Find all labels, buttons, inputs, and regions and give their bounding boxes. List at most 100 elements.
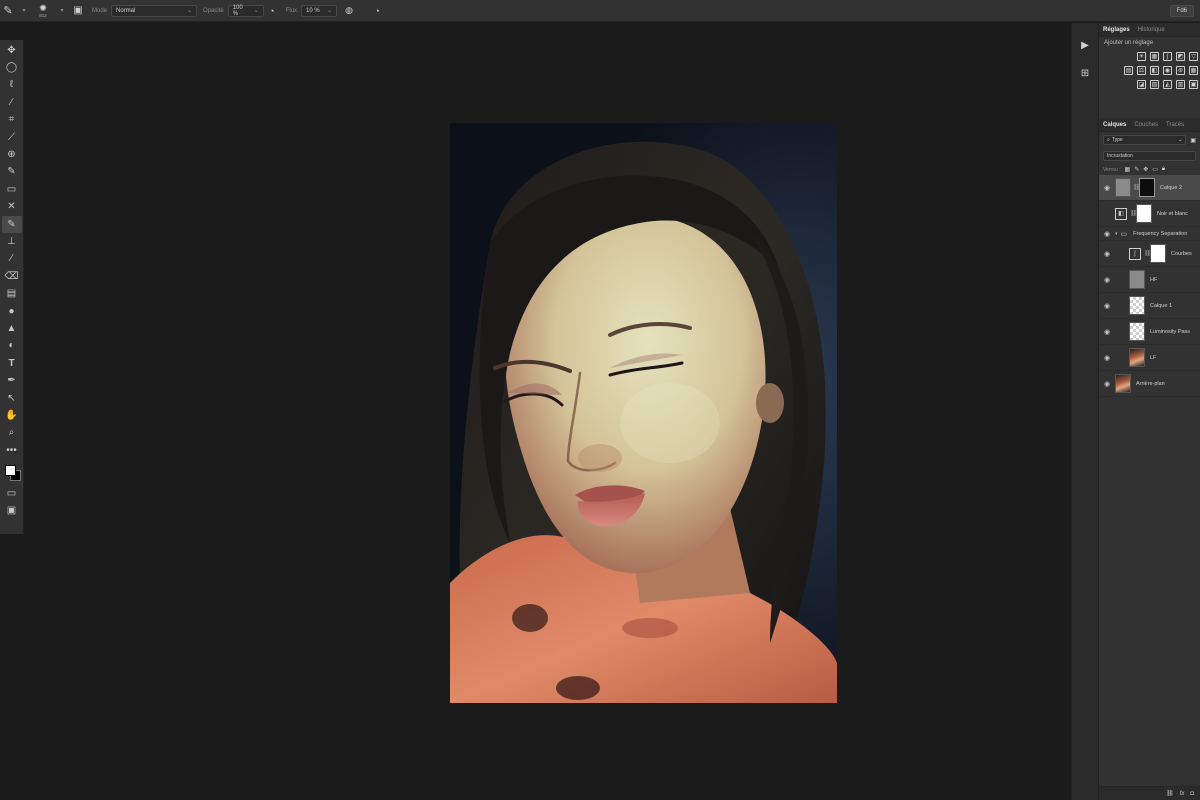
panel-icon-strip: ▶ ⊞ — [1071, 23, 1099, 800]
tab-history[interactable]: Historique — [1134, 27, 1169, 33]
healing-icon[interactable]: ⊕ — [2, 146, 22, 163]
blur-icon[interactable]: ● — [2, 303, 22, 320]
color-balance-icon[interactable]: ⚖ — [1137, 66, 1146, 75]
share-button[interactable]: Fd6 — [1169, 5, 1194, 17]
blend-mode-select[interactable]: Incrustation — [1103, 151, 1196, 161]
brush-tool-preset-icon[interactable]: ✎ — [0, 3, 16, 19]
layer-filter-value: Type — [1111, 137, 1123, 143]
layer-mask-thumbnail[interactable] — [1150, 244, 1166, 263]
history-brush-icon[interactable]: ✕ — [2, 199, 22, 216]
eye-icon[interactable]: ◉ — [1099, 230, 1115, 238]
move-icon[interactable]: ✥ — [2, 42, 22, 59]
layer-row[interactable]: ◧ ⛓ Noir et blanc — [1099, 201, 1200, 227]
pen-icon[interactable]: ✒ — [2, 372, 22, 389]
exposure-icon[interactable]: ◩ — [1176, 52, 1185, 61]
gradient-icon[interactable]: ▤ — [2, 285, 22, 302]
screen-mode-icon[interactable]: ▣ — [2, 503, 22, 520]
lock-all-icon[interactable]: 🔒︎ — [1162, 166, 1165, 173]
brush-icon[interactable]: ✎ — [2, 164, 22, 181]
eye-icon[interactable]: ◉ — [1099, 380, 1115, 388]
blend-mode-value: Incrustation — [1107, 153, 1133, 159]
airbrush-icon[interactable]: ◍ — [341, 3, 357, 19]
portrait-image[interactable] — [450, 123, 837, 703]
eraser-icon[interactable]: ⌫ — [2, 268, 22, 285]
type-icon[interactable]: T — [2, 355, 22, 372]
properties-icon[interactable]: ⊞ — [1072, 61, 1098, 85]
levels-icon[interactable]: ▦ — [1150, 52, 1159, 61]
lock-position-icon[interactable]: ✥ — [1143, 166, 1148, 173]
more-tools-icon[interactable]: ••• — [2, 442, 22, 459]
pressure-size-icon[interactable]: ◔ — [369, 3, 385, 19]
play-actions-icon[interactable]: ▶ — [1072, 33, 1098, 57]
lasso-icon[interactable]: ℓ — [2, 77, 22, 94]
chevron-down-icon[interactable]: ▾ — [1115, 231, 1118, 237]
tab-paths[interactable]: Tracés — [1162, 122, 1188, 128]
opacity-input[interactable]: 100 % ⌄ — [227, 4, 264, 17]
tab-layers[interactable]: Calques — [1099, 122, 1130, 128]
dodge-icon[interactable]: ◐ — [2, 338, 22, 355]
invert-icon[interactable]: ◪ — [1137, 80, 1146, 89]
lock-artboard-icon[interactable]: ▭ — [1152, 166, 1158, 173]
brush-active-icon[interactable]: ✎ — [1, 215, 22, 234]
eye-icon[interactable]: ◉ — [1099, 302, 1115, 310]
eye-icon[interactable]: ◉ — [1099, 354, 1115, 362]
layer-row[interactable]: ◉ LF — [1099, 345, 1200, 371]
lock-image-icon[interactable]: ✎ — [1134, 166, 1139, 173]
tab-channels[interactable]: Couches — [1130, 122, 1162, 128]
crop-icon[interactable]: ⌗ — [2, 112, 22, 129]
photo-filter-icon[interactable]: ◉ — [1163, 66, 1172, 75]
zoom-icon[interactable]: ⌕ — [2, 425, 22, 442]
brush-size-picker[interactable]: ✺ 812 — [32, 3, 54, 18]
layer-group-row[interactable]: ◉ ▾ ▭ Frequency Separation — [1099, 227, 1200, 241]
path-selection-icon[interactable]: ↖ — [2, 390, 22, 407]
black-white-icon[interactable]: ◧ — [1150, 66, 1159, 75]
magic-wand-icon[interactable]: ⁄ — [2, 94, 22, 111]
eyedropper-icon[interactable]: ⟋ — [2, 129, 22, 146]
layer-row[interactable]: ◉ Luminosity Pass — [1099, 319, 1200, 345]
layer-row[interactable]: ◉ ∫ ⛓ Courbes — [1099, 241, 1200, 267]
art-history-icon[interactable]: ⁄ — [2, 251, 22, 268]
eye-icon[interactable]: ◉ — [1099, 328, 1115, 336]
hand-icon[interactable]: ✋ — [2, 407, 22, 424]
link-layers-icon[interactable]: ⛓ — [1166, 790, 1174, 797]
filter-pixel-icon[interactable]: ▣ — [1190, 137, 1196, 144]
chevron-down-icon[interactable]: ▾ — [54, 3, 70, 19]
pressure-opacity-icon[interactable]: ◔ — [264, 3, 280, 19]
stamp-icon[interactable]: ⊥ — [2, 233, 22, 250]
brightness-icon[interactable]: ☀ — [1137, 52, 1146, 61]
clone-stamp-icon[interactable]: ▭ — [2, 181, 22, 198]
search-icon: ⌕ — [1107, 137, 1110, 143]
threshold-icon[interactable]: ◭ — [1163, 80, 1172, 89]
layer-mask-thumbnail[interactable] — [1136, 204, 1152, 223]
lock-transparent-icon[interactable]: ▦ — [1125, 166, 1131, 173]
eye-icon[interactable]: ◉ — [1099, 276, 1115, 284]
selective-color-icon[interactable]: ▣ — [1189, 80, 1198, 89]
vibrance-icon[interactable]: ▽ — [1189, 52, 1198, 61]
foreground-color-swatch[interactable] — [4, 465, 16, 477]
layer-row[interactable]: ◉ Arrière-plan — [1099, 371, 1200, 397]
brush-settings-icon[interactable]: ▣ — [70, 3, 86, 19]
eye-icon[interactable]: ◉ — [1099, 184, 1115, 192]
sharpen-icon[interactable]: ▲ — [2, 320, 22, 337]
curves-icon[interactable]: ∫ — [1163, 52, 1172, 61]
color-lookup-icon[interactable]: ▦ — [1189, 66, 1198, 75]
posterize-icon[interactable]: ▨ — [1150, 80, 1159, 89]
eye-icon[interactable]: ◉ — [1099, 250, 1115, 258]
tab-adjustments[interactable]: Réglages — [1099, 27, 1134, 33]
layer-row[interactable]: ◉ Calque 1 — [1099, 293, 1200, 319]
gradient-map-icon[interactable]: ▥ — [1176, 80, 1185, 89]
fx-icon[interactable]: fx — [1180, 791, 1185, 797]
layer-row[interactable]: ◉ ⛓ Calque 2 — [1099, 175, 1200, 201]
marquee-icon[interactable]: ◯ — [2, 59, 22, 76]
hue-saturation-icon[interactable]: ▤ — [1124, 66, 1133, 75]
channel-mixer-icon[interactable]: ⊛ — [1176, 66, 1185, 75]
mode-select[interactable]: Normal ⌄ — [111, 4, 198, 17]
mask-icon[interactable]: ◘ — [1190, 791, 1194, 797]
layer-mask-thumbnail[interactable] — [1139, 178, 1155, 197]
flow-input[interactable]: 10 % ⌄ — [301, 4, 338, 17]
chevron-down-icon[interactable]: ▾ — [16, 3, 32, 19]
layer-filter-select[interactable]: ⌕ Type ⌄ — [1103, 135, 1187, 145]
quick-mask-icon[interactable]: ▭ — [2, 485, 22, 502]
layer-row[interactable]: ◉ HF — [1099, 267, 1200, 293]
document-canvas[interactable] — [25, 23, 1071, 800]
